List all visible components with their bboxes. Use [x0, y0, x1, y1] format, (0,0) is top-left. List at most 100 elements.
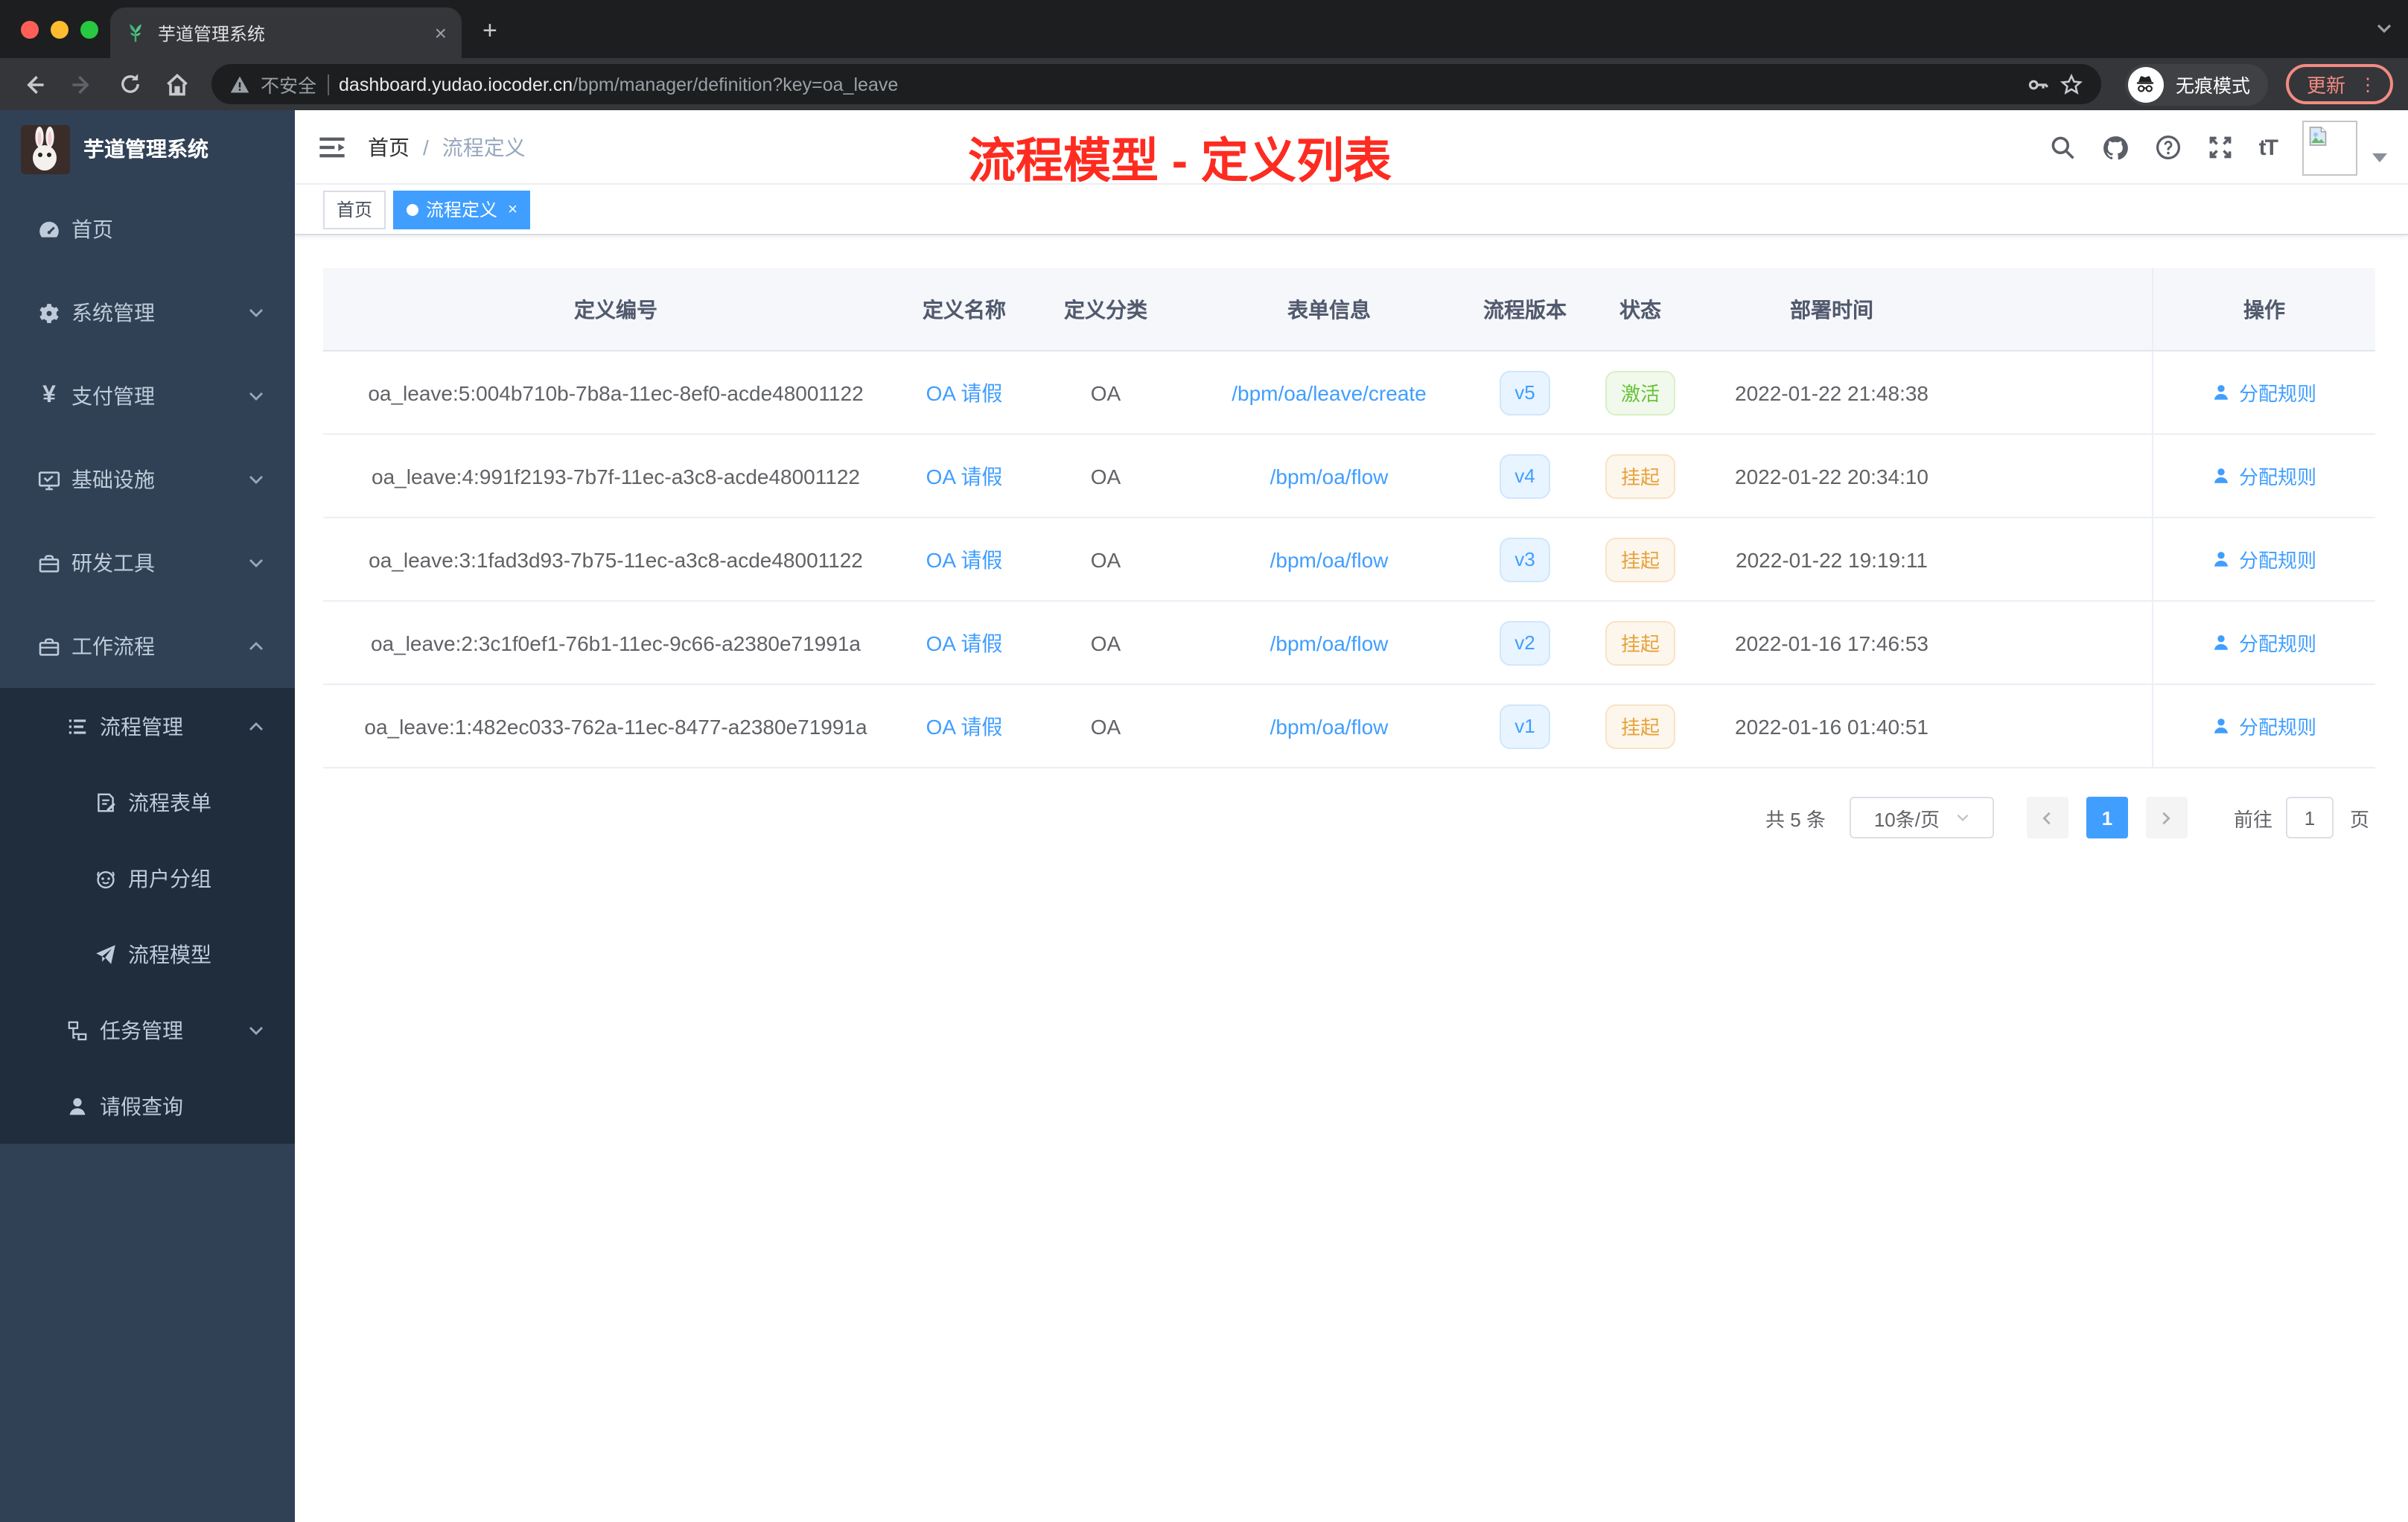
tag-process-definition-active[interactable]: 流程定义 × [393, 190, 531, 229]
current-page-button[interactable]: 1 [2086, 797, 2128, 838]
sidebar-item-leave-query[interactable]: 请假查询 [0, 1068, 295, 1144]
gear-icon [37, 301, 61, 325]
next-page-button[interactable] [2145, 797, 2188, 838]
close-window-button[interactable] [21, 21, 39, 39]
pagination-total: 共 5 条 [1765, 808, 1826, 830]
tags-view-bar: 首页 流程定义 × [295, 185, 2408, 235]
sidebar-item-label: 研发工具 [71, 551, 155, 575]
column-header-filler [1966, 268, 2152, 350]
version-badge: v1 [1500, 704, 1550, 748]
bookmark-star-icon[interactable] [2060, 72, 2083, 96]
url-path[interactable]: /bpm/manager/definition?key=oa_leave [573, 74, 898, 95]
table-row: oa_leave:4:991f2193-7b7f-11ec-a3c8-acde4… [323, 435, 2375, 518]
help-icon[interactable] [2155, 134, 2182, 161]
back-icon[interactable] [15, 65, 54, 104]
workflow-submenu: 流程管理 流程表单 用户分组 流程模型 任务管理 请假查询 [0, 688, 295, 1144]
chevron-down-icon [247, 304, 265, 322]
assign-rule-button[interactable]: 分配规则 [2212, 378, 2316, 407]
goto-page-input[interactable]: 1 [2285, 797, 2334, 838]
app-frame: 芋道管理系统 首页 系统管理 ¥ 支付管理 基础设施 研发工具 工作流程 流程管… [0, 110, 2408, 1522]
form-info-link[interactable]: /bpm/oa/flow [1270, 464, 1389, 488]
url-host[interactable]: dashboard.yudao.iocoder.cn [339, 74, 573, 95]
form-info-link[interactable]: /bpm/oa/flow [1270, 631, 1389, 655]
avatar[interactable] [2302, 120, 2357, 175]
definition-name-link[interactable]: OA 请假 [926, 544, 1003, 574]
new-tab-button[interactable]: + [482, 16, 497, 46]
chevron-down-icon [247, 1021, 265, 1039]
tag-close-icon[interactable]: × [508, 200, 517, 218]
definition-name-link[interactable]: OA 请假 [926, 378, 1003, 407]
definition-name-link[interactable]: OA 请假 [926, 711, 1003, 741]
sidebar-item-home[interactable]: 首页 [0, 188, 295, 271]
form-info-link[interactable]: /bpm/oa/flow [1270, 547, 1389, 571]
status-badge: 挂起 [1605, 537, 1675, 582]
home-icon[interactable] [158, 65, 197, 104]
sidebar-item-system[interactable]: 系统管理 [0, 271, 295, 354]
sidebar-item-infrastructure[interactable]: 基础设施 [0, 438, 295, 521]
deploy-time: 2022-01-22 19:19:11 [1736, 547, 1928, 571]
reload-icon[interactable] [110, 65, 149, 104]
security-warning-icon[interactable] [229, 74, 250, 95]
sidebar-logo-row[interactable]: 芋道管理系统 [0, 110, 295, 188]
definition-id: oa_leave:5:004b710b-7b8a-11ec-8ef0-acde4… [368, 380, 864, 404]
sidebar-item-dev-tools[interactable]: 研发工具 [0, 521, 295, 605]
prev-page-button[interactable] [2026, 797, 2068, 838]
table-row: oa_leave:1:482ec033-762a-11ec-8477-a2380… [323, 685, 2375, 768]
sidebar-item-process-form[interactable]: 流程表单 [0, 764, 295, 840]
browser-menu-dots-icon[interactable]: ⋮ [2359, 74, 2377, 95]
form-info-link[interactable]: /bpm/oa/leave/create [1232, 380, 1427, 404]
security-label[interactable]: 不安全 [261, 70, 316, 98]
avatar-dropdown-caret-icon[interactable] [2372, 153, 2387, 162]
github-icon[interactable] [2101, 133, 2130, 162]
assign-rule-button[interactable]: 分配规则 [2212, 545, 2316, 573]
tab-title: 芋道管理系统 [158, 23, 266, 44]
screen: 芋道管理系统 × + 不安全 dashboard.yudao.iocoder.c… [0, 0, 2408, 1522]
assign-rule-button[interactable]: 分配规则 [2212, 712, 2316, 740]
fullscreen-icon[interactable] [2207, 134, 2234, 161]
sidebar-item-process-management[interactable]: 流程管理 [0, 688, 295, 764]
forward-icon[interactable] [63, 65, 101, 104]
update-label[interactable]: 更新 [2307, 70, 2345, 98]
page-size-select[interactable]: 10条/页 [1849, 797, 1994, 838]
definition-id: oa_leave:4:991f2193-7b7f-11ec-a3c8-acde4… [372, 464, 860, 488]
breadcrumb-home[interactable]: 首页 [368, 132, 410, 162]
address-bar[interactable]: 不安全 dashboard.yudao.iocoder.cn /bpm/mana… [211, 64, 2101, 104]
definition-name-link[interactable]: OA 请假 [926, 461, 1003, 491]
hamburger-icon[interactable] [317, 132, 347, 162]
definition-id: oa_leave:2:3c1f0ef1-76b1-11ec-9c66-a2380… [370, 631, 861, 655]
user-icon [2214, 385, 2229, 400]
column-header: 状态 [1619, 297, 1661, 321]
update-button[interactable]: 更新 ⋮ [2285, 64, 2393, 104]
browser-tab[interactable]: 芋道管理系统 × [110, 7, 462, 58]
zoom-window-button[interactable] [80, 21, 98, 39]
tag-home[interactable]: 首页 [323, 190, 386, 229]
search-icon[interactable] [2049, 134, 2076, 161]
list-icon [66, 714, 89, 738]
form-info-link[interactable]: /bpm/oa/flow [1270, 714, 1389, 738]
favicon-plant-icon [125, 22, 146, 43]
navbar: 首页 / 流程定义 流程模型 - 定义列表 tT [295, 110, 2408, 188]
sidebar-item-payment[interactable]: ¥ 支付管理 [0, 354, 295, 438]
window-controls[interactable] [21, 21, 98, 39]
tab-strip-chevron-down-icon[interactable] [2375, 18, 2393, 45]
sidebar-item-task-management[interactable]: 任务管理 [0, 992, 295, 1068]
sidebar-item-process-model[interactable]: 流程模型 [0, 916, 295, 992]
definition-name-link[interactable]: OA 请假 [926, 628, 1003, 657]
paper-plane-icon [94, 942, 118, 966]
sidebar-item-user-group[interactable]: 用户分组 [0, 840, 295, 916]
sidebar-item-workflow[interactable]: 工作流程 [0, 605, 295, 688]
assign-rule-button[interactable]: 分配规则 [2212, 628, 2316, 657]
assign-rule-button[interactable]: 分配规则 [2212, 462, 2316, 490]
sidebar-item-label: 支付管理 [71, 384, 155, 408]
breadcrumb-current: 流程定义 [442, 135, 526, 159]
key-icon[interactable] [2025, 72, 2049, 96]
deploy-time: 2022-01-16 17:46:53 [1735, 631, 1928, 655]
column-header: 流程版本 [1483, 297, 1567, 321]
definition-category: OA [1090, 464, 1121, 488]
tab-close-icon[interactable]: × [435, 22, 447, 43]
chevron-down-icon [247, 387, 265, 405]
font-size-icon[interactable]: tT [2259, 135, 2278, 160]
minimize-window-button[interactable] [51, 21, 69, 39]
definition-id: oa_leave:3:1fad3d93-7b75-11ec-a3c8-acde4… [369, 547, 863, 571]
table-row: oa_leave:5:004b710b-7b8a-11ec-8ef0-acde4… [323, 351, 2375, 435]
